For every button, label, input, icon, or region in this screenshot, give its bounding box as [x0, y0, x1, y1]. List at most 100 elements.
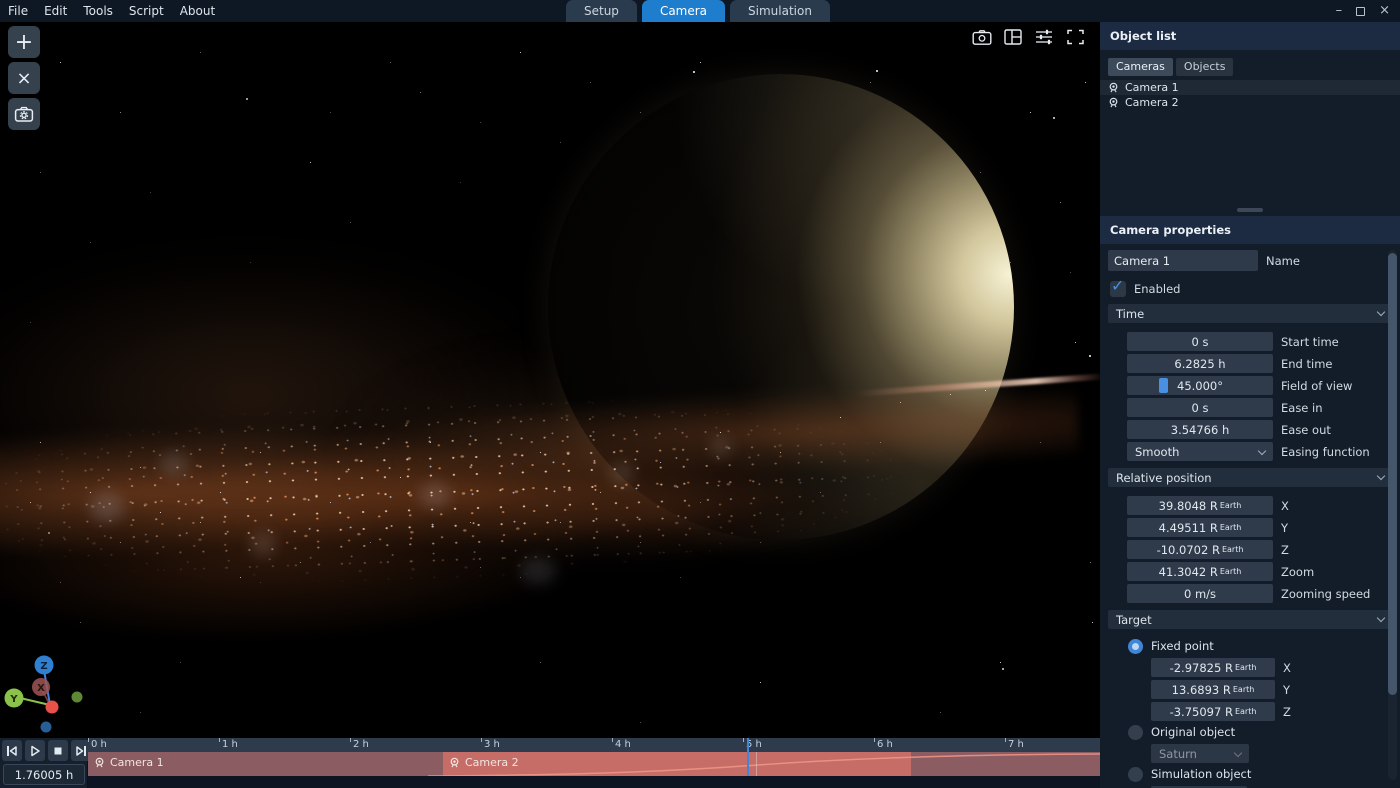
chevron-down-icon: [1377, 614, 1385, 622]
axis-gizmo[interactable]: X Z Y: [4, 650, 99, 738]
field-of-view-slider[interactable]: 45.000°: [1127, 376, 1273, 395]
axis-y-label: Y: [9, 694, 18, 705]
section-time[interactable]: Time: [1108, 304, 1392, 323]
position-x-field[interactable]: 39.8048 REarth: [1127, 496, 1273, 515]
camera-properties-body: Name ✓ Enabled Time 0 s Start time 6.282…: [1100, 244, 1400, 788]
skip-start-icon: [5, 745, 19, 757]
ease-in-label: Ease in: [1281, 401, 1323, 415]
simulation-object-radio[interactable]: [1128, 767, 1143, 782]
list-item-camera1[interactable]: Camera 1: [1100, 80, 1400, 95]
camera-settings-button[interactable]: [8, 98, 40, 130]
minimize-icon[interactable]: –: [1336, 0, 1343, 22]
original-object-dropdown[interactable]: Saturn: [1151, 744, 1249, 763]
camera-icon: [1108, 82, 1119, 93]
menu-tools[interactable]: Tools: [83, 4, 113, 18]
viewport-view-controls: [971, 26, 1086, 48]
close-icon[interactable]: ×: [1379, 0, 1390, 22]
timeline-strip: 1.76005 h 0 h 1 h 2 h 3 h 4 h 5 h 6 h 7 …: [0, 738, 1100, 788]
zooming-speed-label: Zooming speed: [1281, 587, 1370, 601]
sliders-icon: [1035, 29, 1053, 45]
position-x-label: X: [1281, 499, 1289, 513]
skip-end-icon: [74, 745, 88, 757]
add-object-button[interactable]: +: [8, 26, 40, 58]
section-target[interactable]: Target: [1108, 610, 1392, 629]
maximize-icon[interactable]: [1356, 7, 1365, 16]
menu-about[interactable]: About: [180, 4, 215, 18]
target-y-field[interactable]: 13.6893 REarth: [1151, 680, 1275, 699]
name-input[interactable]: [1108, 250, 1258, 271]
timeline[interactable]: 0 h 1 h 2 h 3 h 4 h 5 h 6 h 7 h Camera 1: [88, 738, 1100, 788]
ease-out-field[interactable]: 3.54766 h: [1127, 420, 1273, 439]
object-list: Cameras Objects Camera 1 Camera 2: [1100, 50, 1400, 216]
object-list-header: Object list: [1100, 22, 1400, 50]
camera1-track-block[interactable]: Camera 1 Camera 2: [88, 752, 1100, 776]
plus-icon: +: [15, 30, 33, 55]
bokeh-blob: [90, 492, 124, 522]
fullscreen-button[interactable]: [1064, 26, 1086, 48]
play-icon: [29, 745, 41, 757]
current-time-field[interactable]: 1.76005 h: [3, 764, 85, 785]
tab-simulation[interactable]: Simulation: [730, 0, 830, 22]
zoom-field[interactable]: 41.3042 REarth: [1127, 562, 1273, 581]
position-y-label: Y: [1281, 521, 1288, 535]
playback-panel: 1.76005 h: [0, 738, 88, 788]
position-z-field[interactable]: -10.0702 REarth: [1127, 540, 1273, 559]
tab-cameras[interactable]: Cameras: [1108, 58, 1173, 76]
tab-setup[interactable]: Setup: [566, 0, 637, 22]
window-controls: – ×: [1336, 0, 1390, 22]
slider-handle[interactable]: [1159, 378, 1168, 393]
viewport-toolbar: + ×: [8, 26, 40, 130]
bokeh-blob: [610, 462, 634, 484]
target-z-field[interactable]: -3.75097 REarth: [1151, 702, 1275, 721]
ease-in-field[interactable]: 0 s: [1127, 398, 1273, 417]
easing-function-dropdown[interactable]: Smooth: [1127, 442, 1273, 461]
easing-function-label: Easing function: [1281, 445, 1370, 459]
gizmo-center-dot: [46, 701, 59, 714]
close-x-icon: ×: [16, 68, 31, 89]
field-of-view-label: Field of view: [1281, 379, 1352, 393]
section-relative-position[interactable]: Relative position: [1108, 468, 1392, 487]
chevron-down-icon: [1377, 308, 1385, 316]
camera-icon: [1108, 97, 1119, 108]
list-item-camera2[interactable]: Camera 2: [1100, 95, 1400, 110]
enabled-checkbox[interactable]: ✓: [1110, 281, 1126, 297]
chevron-down-icon: [1258, 446, 1266, 454]
skip-to-start-button[interactable]: [2, 740, 22, 761]
chevron-down-icon: [1377, 472, 1385, 480]
checkmark-icon: ✓: [1111, 276, 1124, 295]
target-x-label: X: [1283, 661, 1291, 675]
play-button[interactable]: [25, 740, 45, 761]
panel-splitter-handle[interactable]: [1237, 208, 1263, 212]
target-y-label: Y: [1283, 683, 1290, 697]
viewport-3d[interactable]: + ×: [0, 22, 1100, 738]
tab-objects[interactable]: Objects: [1176, 58, 1234, 76]
zooming-speed-field[interactable]: 0 m/s: [1127, 584, 1273, 603]
camera-gear-icon: [14, 105, 34, 123]
menu-script[interactable]: Script: [129, 4, 164, 18]
tab-camera[interactable]: Camera: [642, 0, 725, 22]
start-time-field[interactable]: 0 s: [1127, 332, 1273, 351]
adjust-button[interactable]: [1033, 26, 1055, 48]
timeline-ruler[interactable]: 0 h 1 h 2 h 3 h 4 h 5 h 6 h 7 h: [88, 738, 1100, 752]
bokeh-blob: [520, 557, 556, 585]
position-y-field[interactable]: 4.49511 REarth: [1127, 518, 1273, 537]
fixed-point-radio[interactable]: [1128, 639, 1143, 654]
layout-button[interactable]: [1002, 26, 1024, 48]
original-object-radio[interactable]: [1128, 725, 1143, 740]
dust-particles: [0, 343, 1084, 642]
menu-file[interactable]: File: [8, 4, 28, 18]
menu-edit[interactable]: Edit: [44, 4, 67, 18]
stop-button[interactable]: [48, 740, 68, 761]
scrollbar-thumb[interactable]: [1388, 253, 1397, 695]
dust-sparkles: [0, 22, 1, 23]
playhead[interactable]: [747, 738, 749, 776]
screenshot-button[interactable]: [971, 26, 993, 48]
end-time-field[interactable]: 6.2825 h: [1127, 354, 1273, 373]
target-z-label: Z: [1283, 705, 1291, 719]
original-object-label: Original object: [1151, 725, 1235, 739]
camera-properties-title: Camera properties: [1110, 223, 1231, 237]
delete-object-button[interactable]: ×: [8, 62, 40, 94]
target-x-field[interactable]: -2.97825 REarth: [1151, 658, 1275, 677]
menu-bar: File Edit Tools Script About: [8, 0, 215, 22]
bokeh-blob: [710, 437, 732, 457]
